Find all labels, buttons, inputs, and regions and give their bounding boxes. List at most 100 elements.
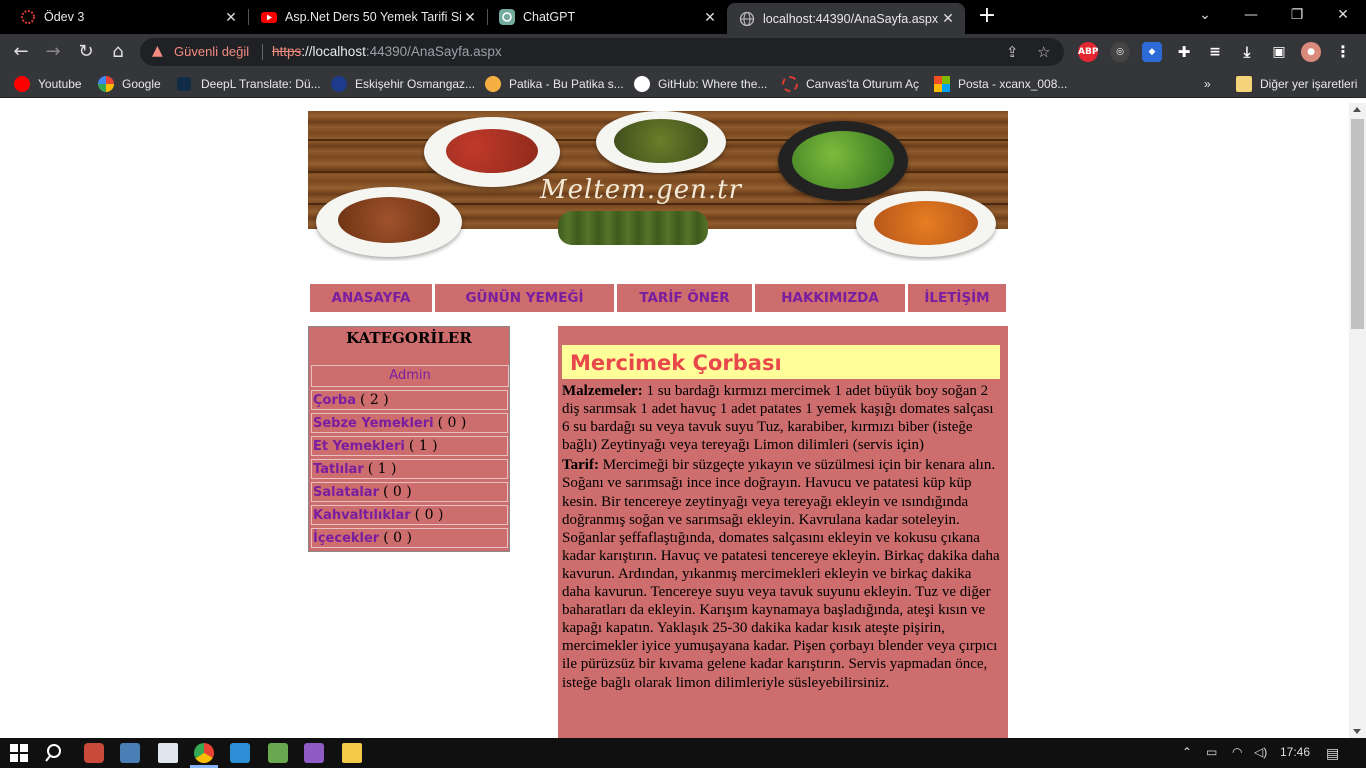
wifi-icon[interactable]: ◠ [1232,745,1242,759]
close-tab-icon[interactable]: ✕ [939,10,957,27]
extension-glasses-icon[interactable]: ◎ [1110,42,1130,62]
category-link[interactable]: Et Yemekleri [313,439,405,454]
scroll-down-arrow-icon[interactable] [1353,729,1361,734]
tab-localhost[interactable]: localhost:44390/AnaSayfa.aspx ✕ [727,3,965,34]
menu-hakkimizda[interactable]: HAKKIMIZDA [754,283,906,313]
app-icon-1[interactable] [84,743,104,763]
forward-button[interactable]: → [42,41,64,63]
bookmark-patika[interactable]: Patika - Bu Patika s... [485,75,624,93]
canvas-icon [21,10,35,24]
app-icon-3[interactable] [268,743,288,763]
category-link[interactable]: Çorba [313,393,356,408]
visual-studio-icon[interactable] [304,743,324,763]
url-text[interactable]: https://localhost:44390/AnaSayfa.aspx [272,44,502,59]
close-tab-icon[interactable]: ✕ [222,9,240,26]
google-icon [98,76,114,92]
menu-kebab-icon[interactable]: ⋮ [1333,42,1353,62]
tab-strip: Ödev 3 ✕ Asp.Net Ders 50 Yemek Tarifi Si… [0,0,1366,34]
file-explorer-icon[interactable] [342,743,362,763]
category-row: Sebze Yemekleri( 0 ) [311,413,508,433]
github-icon [634,76,650,92]
minimize-button[interactable]: — [1228,0,1274,30]
security-label[interactable]: Güvenli değil [174,44,249,59]
menu-anasayfa[interactable]: ANASAYFA [309,283,433,313]
category-link[interactable]: Kahvaltılıklar [313,508,411,523]
site-logo[interactable]: Meltem.gen.tr [540,175,742,205]
category-link[interactable]: Tatlılar [313,462,364,477]
search-icon[interactable] [45,743,65,763]
tray-overflow-icon[interactable]: ⌃ [1182,745,1192,759]
bookmarks-overflow-button[interactable]: » [1204,75,1211,93]
vscode-icon[interactable] [230,743,250,763]
menu-iletisim[interactable]: İLETİŞİM [907,283,1007,313]
bookmark-esogu[interactable]: Eskişehir Osmangaz... [331,75,475,93]
address-bar[interactable]: ▲ Güvenli değil https://localhost:44390/… [140,38,1064,66]
adblock-icon[interactable]: ABP [1078,42,1098,62]
green-bean-plate [596,111,726,173]
restore-button[interactable]: ❐ [1274,0,1320,30]
home-button[interactable]: ⌂ [107,41,129,63]
volume-icon[interactable]: ◁) [1254,745,1267,759]
youtube-icon [261,12,277,23]
menu-tarif-oner[interactable]: TARİF ÖNER [616,283,753,313]
notifications-icon[interactable]: ▤ [1326,745,1339,762]
media-queue-icon[interactable]: ≡ [1205,42,1225,62]
tab-odev[interactable]: Ödev 3 ✕ [8,0,248,34]
category-link[interactable]: Sebze Yemekleri [313,416,434,431]
bookmark-canvas[interactable]: Canvas'ta Oturum Aç [782,75,919,93]
chrome-icon[interactable] [194,743,214,763]
windows-taskbar: ⌃ ▭ ◠ ◁) 17:46 ▤ [0,738,1366,768]
bookmark-youtube[interactable]: Youtube [14,75,82,93]
bookmark-google[interactable]: Google [98,75,161,93]
app-icon-2[interactable] [120,743,140,763]
category-link[interactable]: Salatalar [313,485,379,500]
new-tab-button[interactable]: + [976,5,998,27]
share-icon[interactable]: ⇪ [1006,43,1019,61]
site-banner: Meltem.gen.tr [308,111,1008,261]
scroll-up-arrow-icon[interactable] [1353,107,1361,112]
reload-button[interactable]: ↻ [75,41,97,63]
notepad-icon[interactable] [158,743,178,763]
category-row: Salatalar( 0 ) [311,482,508,502]
side-panel-icon[interactable]: ▣ [1269,42,1289,62]
page-viewport: Meltem.gen.tr ANASAYFA GÜNÜN YEMEĞİ TARİ… [0,103,1349,738]
close-tab-icon[interactable]: ✕ [461,9,479,26]
clock-time[interactable]: 17:46 [1280,745,1310,759]
tab-chatgpt[interactable]: ChatGPT ✕ [487,0,727,34]
bookmarks-bar: Youtube Google DeepL Translate: Dü... Es… [0,70,1366,98]
back-button[interactable]: ← [10,41,32,63]
microsoft-icon [934,76,950,92]
windows-start-icon[interactable] [9,743,29,763]
page-scrollbar[interactable] [1349,103,1366,738]
bookmark-deepl[interactable]: DeepL Translate: Dü... [177,75,321,93]
category-row: Çorba( 2 ) [311,390,508,410]
chickpea-plate [856,191,996,257]
tab-search-icon[interactable]: ⌄ [1182,0,1228,30]
warning-icon[interactable]: ▲ [152,43,163,59]
categories-panel: KATEGORİLER Admin Çorba( 2 ) Sebze Yemek… [308,326,510,552]
bookmark-outlook[interactable]: Posta - xcanx_008... [934,75,1067,93]
menu-gunun-yemegi[interactable]: GÜNÜN YEMEĞİ [434,283,615,313]
battery-icon[interactable]: ▭ [1206,745,1217,759]
chatgpt-icon [499,9,515,25]
category-row: İçecekler( 0 ) [311,528,508,548]
category-link[interactable]: İçecekler [313,531,379,546]
university-icon [331,76,347,92]
other-bookmarks-folder[interactable]: Diğer yer işaretleri [1236,75,1357,93]
scroll-thumb[interactable] [1351,119,1364,329]
download-icon[interactable]: ⤓ [1237,42,1257,62]
close-tab-icon[interactable]: ✕ [701,9,719,26]
close-window-button[interactable]: ✕ [1320,0,1366,30]
bookmark-star-icon[interactable]: ☆ [1037,43,1050,61]
method-paragraph: Tarif: Mercimeği bir süzgeçte yıkayın ve… [562,457,1000,691]
extensions-puzzle-icon[interactable]: ✚ [1174,42,1194,62]
youtube-icon [14,76,30,92]
recipe-panel: Mercimek Çorbası Malzemeler: 1 su bardağ… [558,326,1008,738]
extension-box-icon[interactable]: ◆ [1142,42,1162,62]
browser-toolbar: ← → ↻ ⌂ ▲ Güvenli değil https://localhos… [0,34,1366,70]
category-row: Tatlılar( 1 ) [311,459,508,479]
tab-youtube[interactable]: Asp.Net Ders 50 Yemek Tarifi Site ✕ [249,0,487,34]
profile-avatar[interactable]: ● [1301,42,1321,62]
bookmark-github[interactable]: GitHub: Where the... [634,75,767,93]
admin-link[interactable]: Admin [311,365,509,387]
